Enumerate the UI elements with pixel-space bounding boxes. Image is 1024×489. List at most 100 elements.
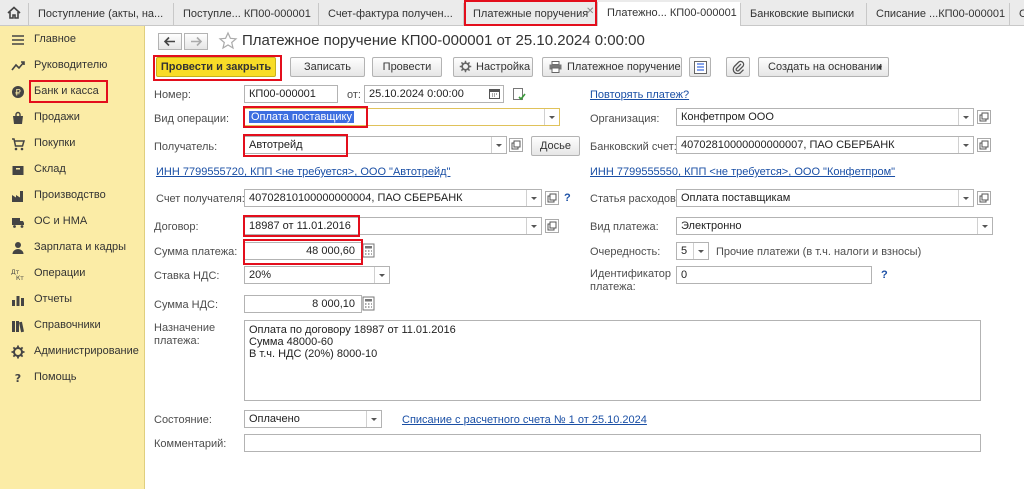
contract-value: 18987 от 11.01.2016 — [249, 220, 351, 232]
open-form-icon[interactable] — [545, 191, 559, 205]
chevron-down-icon[interactable] — [958, 190, 973, 206]
print-payment-order-button[interactable]: Платежное поручение — [542, 57, 682, 77]
chevron-down-icon[interactable] — [366, 411, 381, 427]
organization-inn-link[interactable]: ИНН 7799555550, КПП <не требуется>, ООО … — [590, 166, 895, 178]
payment-amount-input[interactable]: 48 000,60 — [244, 242, 362, 260]
tab-receipts[interactable]: Поступление (акты, на... — [28, 3, 173, 25]
svg-text:Кт: Кт — [16, 275, 24, 281]
organization-select[interactable]: Конфетпром ООО — [676, 108, 974, 126]
structure-button[interactable] — [689, 57, 711, 77]
sidebar-item-salary[interactable]: Зарплата и кадры — [8, 238, 143, 258]
organization-value: Конфетпром ООО — [681, 111, 774, 123]
open-form-icon[interactable] — [977, 191, 991, 205]
date-label: от: — [347, 89, 361, 101]
date-input[interactable]: 25.10.2024 0:00:00 — [364, 85, 504, 103]
tab-payment-order-doc[interactable]: Платежно... КП00-000001 — [597, 2, 740, 26]
chevron-down-icon[interactable] — [958, 109, 973, 125]
help-question-icon[interactable]: ? — [881, 269, 888, 281]
expense-item-select[interactable]: Оплата поставщикам — [676, 189, 974, 207]
payment-type-select[interactable]: Электронно — [676, 217, 993, 235]
dossier-button[interactable]: Досье — [531, 136, 580, 156]
calendar-icon[interactable] — [489, 88, 500, 99]
sidebar-item-director[interactable]: Руководителю — [8, 56, 143, 76]
attach-files-button[interactable] — [726, 57, 750, 77]
tab-bank-statements[interactable]: Банковские выписки — [740, 3, 866, 25]
arrow-left-icon — [163, 36, 175, 47]
sidebar-item-main[interactable]: Главное — [8, 30, 143, 50]
open-form-icon[interactable] — [509, 138, 523, 152]
home-icon — [7, 6, 21, 19]
sidebar-item-label: Операции — [34, 267, 86, 279]
save-button[interactable]: Записать — [290, 57, 365, 77]
help-question-icon[interactable]: ? — [564, 192, 571, 204]
payment-type-label: Вид платежа: — [590, 221, 659, 233]
create-based-on-button[interactable]: Создать на основании ▾ — [758, 57, 889, 77]
printer-icon — [549, 61, 562, 73]
recipient-account-select[interactable]: 40702810100000000004, ПАО СБЕРБАНК — [244, 189, 542, 207]
settings-button[interactable]: Настройка — [453, 57, 533, 77]
chevron-down-icon[interactable] — [977, 218, 992, 234]
sidebar-item-production[interactable]: Производство — [8, 186, 143, 206]
tab-more[interactable]: С — [1009, 3, 1024, 25]
sidebar-item-label: Справочники — [34, 319, 101, 331]
tab-label: Поступление (акты, на... — [38, 8, 164, 20]
close-icon[interactable]: ✕ — [586, 6, 594, 17]
document-check-icon[interactable] — [513, 88, 526, 101]
star-icon[interactable] — [218, 31, 238, 51]
sidebar-item-fixed-assets[interactable]: ОС и НМА — [8, 212, 143, 232]
home-button[interactable] — [0, 0, 28, 26]
chevron-down-icon[interactable] — [544, 109, 559, 125]
tab-label: Банковские выписки — [750, 8, 855, 20]
post-and-close-button[interactable]: Провести и закрыть — [156, 57, 276, 77]
sidebar-item-warehouse[interactable]: Склад — [8, 160, 143, 180]
sidebar-item-sales[interactable]: Продажи — [8, 108, 143, 128]
sidebar-item-help[interactable]: ? Помощь — [8, 368, 143, 388]
comment-input[interactable] — [244, 434, 981, 452]
sidebar-item-operations[interactable]: Дт Кт Операции — [8, 264, 143, 284]
priority-value: 5 — [681, 245, 688, 257]
contract-select[interactable]: 18987 от 11.01.2016 — [244, 217, 542, 235]
writeoff-document-link[interactable]: Списание с расчетного счета № 1 от 25.10… — [402, 414, 647, 426]
sidebar-item-bank[interactable]: ₽ Банк и касса — [8, 82, 143, 102]
chevron-down-icon[interactable] — [693, 243, 708, 259]
open-form-icon[interactable] — [977, 110, 991, 124]
operation-type-select[interactable]: Оплата поставщику — [244, 108, 560, 126]
repeat-payment-link[interactable]: Повторять платеж? — [590, 89, 689, 101]
chevron-down-icon[interactable] — [958, 137, 973, 153]
recipient-inn-link[interactable]: ИНН 7799555720, КПП <не требуется>, ООО … — [156, 166, 450, 178]
back-button[interactable] — [158, 33, 182, 50]
number-label: Номер: — [154, 89, 191, 101]
payment-id-input[interactable]: 0 — [676, 266, 872, 284]
sidebar-item-directories[interactable]: Справочники — [8, 316, 143, 336]
chevron-down-icon[interactable] — [526, 218, 541, 234]
calculator-icon[interactable] — [362, 243, 375, 258]
chevron-down-icon[interactable] — [491, 137, 506, 153]
vat-amount-input[interactable]: 8 000,10 — [244, 295, 362, 313]
sidebar-item-reports[interactable]: Отчеты — [8, 290, 143, 310]
status-select[interactable]: Оплачено — [244, 410, 382, 428]
tab-invoice[interactable]: Счет-фактура получен... — [318, 3, 463, 25]
open-form-icon[interactable] — [545, 219, 559, 233]
recipient-account-label: Счет получателя: — [156, 193, 245, 205]
sidebar-item-purchases[interactable]: Покупки — [8, 134, 143, 154]
tab-payment-orders[interactable]: Платежные поручения — [463, 3, 596, 25]
priority-select[interactable]: 5 — [676, 242, 709, 260]
bank-account-select[interactable]: 40702810000000000007, ПАО СБЕРБАНК — [676, 136, 974, 154]
open-form-icon[interactable] — [977, 138, 991, 152]
forward-button[interactable] — [184, 33, 208, 50]
chevron-down-icon[interactable] — [374, 267, 389, 283]
number-input[interactable]: КП00-000001 — [244, 85, 338, 103]
chevron-down-icon[interactable] — [526, 190, 541, 206]
vat-rate-select[interactable]: 20% — [244, 266, 390, 284]
chevron-down-icon: ▾ — [878, 63, 883, 72]
tab-receipt-doc[interactable]: Поступле... КП00-000001 — [173, 3, 318, 25]
post-button[interactable]: Провести — [372, 57, 442, 77]
bag-icon — [13, 111, 23, 124]
payment-purpose-textarea[interactable]: Оплата по договору 18987 от 11.01.2016 С… — [244, 320, 981, 401]
calculator-icon[interactable] — [362, 296, 375, 311]
recipient-select[interactable]: Автотрейд — [244, 136, 507, 154]
sidebar-item-label: Покупки — [34, 137, 76, 149]
recipient-value: Автотрейд — [249, 139, 303, 151]
tab-writeoff-doc[interactable]: Списание ...КП00-000001 — [866, 3, 1009, 25]
sidebar-item-administration[interactable]: Администрирование — [8, 342, 143, 362]
